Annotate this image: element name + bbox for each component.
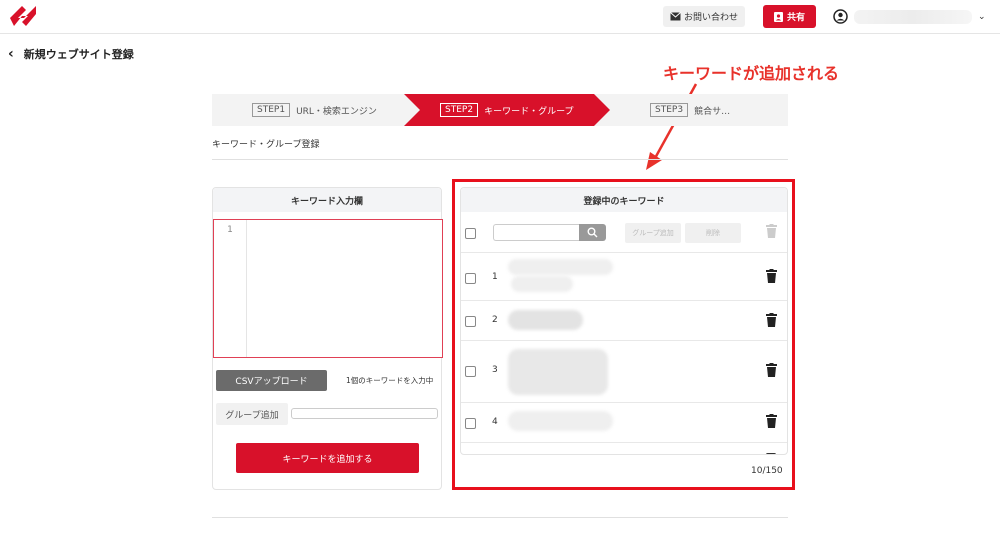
keyword-search-input[interactable] [493, 224, 579, 241]
step-2[interactable]: STEP2 キーワード・グループ [440, 94, 574, 126]
step-2-tag: STEP2 [440, 103, 479, 117]
user-icon [833, 9, 848, 24]
keyword-row: 4 [461, 403, 787, 443]
keyword-redacted [508, 411, 613, 431]
trash-icon[interactable] [766, 313, 777, 327]
annotation-text: キーワードが追加される [663, 64, 840, 83]
registered-keywords-header: 登録中のキーワード [461, 188, 787, 212]
top-bar: お問い合わせ 共有 ⌄ [0, 0, 1000, 34]
contact-label: お問い合わせ [683, 13, 738, 23]
select-all-checkbox[interactable] [465, 228, 476, 239]
step-1-label: URL・検索エンジン [296, 106, 377, 117]
row-number: 2 [492, 315, 498, 325]
section-label: キーワード・グループ登録 [212, 140, 320, 150]
share-icon [773, 12, 783, 22]
trash-icon[interactable] [766, 269, 777, 283]
next-row-partial [766, 453, 776, 454]
row-number: 4 [492, 417, 498, 427]
group-add-button[interactable]: グループ追加 [625, 223, 681, 243]
contact-button[interactable]: お問い合わせ [663, 6, 745, 27]
share-label: 共有 [786, 13, 805, 23]
keyword-row: 1 [461, 254, 787, 301]
page-title: 新規ウェブサイト登録 [23, 48, 134, 61]
trash-icon[interactable] [766, 224, 777, 238]
brand-logo-icon[interactable] [8, 4, 38, 30]
step-3[interactable]: STEP3 競合サ… [650, 94, 730, 126]
step-progress: STEP1 URL・検索エンジン STEP2 キーワード・グループ STEP3 … [212, 94, 788, 126]
page-header: ‹ 新規ウェブサイト登録 [8, 45, 134, 63]
keyword-toolbar: グループ追加 削除 [461, 213, 787, 253]
keyword-input-panel: キーワード入力欄 1 CSVアップロード 1個のキーワードを入力中 グループ追加… [212, 187, 443, 490]
chevron-left-icon[interactable]: ‹ [8, 46, 14, 62]
share-button[interactable]: 共有 [763, 5, 816, 28]
row-checkbox[interactable] [465, 273, 476, 284]
add-keyword-button[interactable]: キーワードを追加する [236, 443, 419, 473]
keyword-textarea[interactable]: 1 [213, 219, 443, 358]
chevron-down-icon[interactable]: ⌄ [978, 12, 986, 22]
keyword-redacted [508, 259, 613, 275]
group-input[interactable] [291, 408, 438, 419]
keyword-redacted [508, 310, 583, 330]
row-number: 3 [492, 365, 498, 375]
keyword-row: 3 [461, 341, 787, 403]
line-number-gutter: 1 [214, 220, 247, 357]
search-button[interactable] [579, 224, 606, 241]
row-number: 1 [492, 272, 498, 282]
divider [212, 517, 788, 518]
search-icon [587, 227, 598, 238]
keyword-total-count: 10/150 [751, 466, 783, 476]
delete-button[interactable]: 削除 [685, 223, 741, 243]
step-1-tag: STEP1 [252, 103, 291, 117]
group-add-label: グループ追加 [216, 403, 288, 425]
trash-icon[interactable] [766, 414, 777, 428]
user-name-redacted [854, 9, 972, 24]
csv-upload-button[interactable]: CSVアップロード [216, 370, 327, 391]
row-checkbox[interactable] [465, 316, 476, 327]
divider [212, 159, 788, 160]
trash-icon[interactable] [766, 363, 777, 377]
keyword-input-header: キーワード入力欄 [213, 188, 441, 212]
step-2-label: キーワード・グループ [484, 106, 574, 117]
keyword-count-text: 1個のキーワードを入力中 [346, 376, 434, 385]
keyword-redacted [511, 276, 573, 292]
mail-icon [670, 12, 681, 21]
row-checkbox[interactable] [465, 366, 476, 377]
step-1[interactable]: STEP1 URL・検索エンジン [252, 94, 377, 126]
registered-keywords-panel: 登録中のキーワード グループ追加 削除 1 2 3 4 [460, 187, 788, 455]
user-menu[interactable]: ⌄ [833, 6, 993, 27]
step-3-tag: STEP3 [650, 103, 689, 117]
row-checkbox[interactable] [465, 418, 476, 429]
keyword-row: 2 [461, 301, 787, 341]
keyword-redacted [508, 349, 608, 395]
step-3-label: 競合サ… [694, 106, 731, 117]
